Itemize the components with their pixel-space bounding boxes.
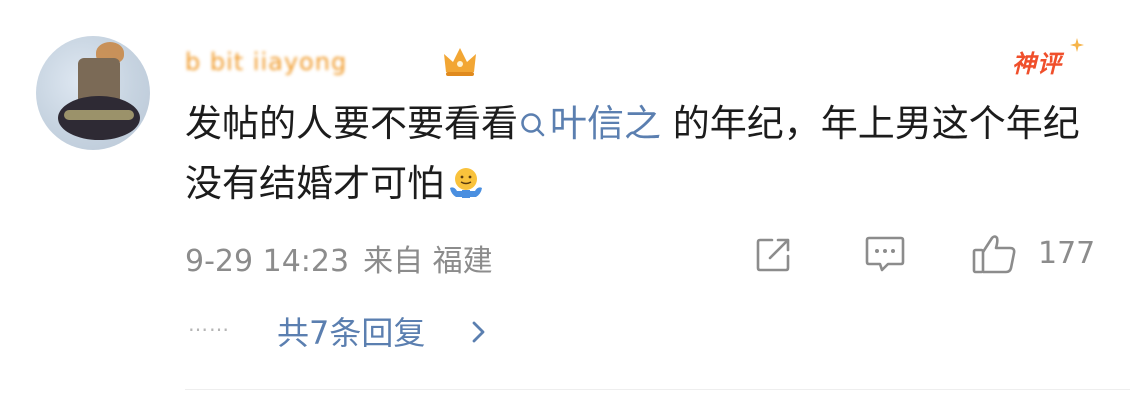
sparkle-icon bbox=[1070, 38, 1084, 52]
view-replies-link[interactable]: 共7条回复 bbox=[277, 308, 425, 354]
topic-label[interactable]: 叶信之 bbox=[550, 102, 661, 145]
share-icon[interactable] bbox=[752, 232, 796, 276]
divider bbox=[185, 389, 1130, 390]
avatar[interactable] bbox=[36, 36, 150, 150]
comment-location: 来自 福建 bbox=[363, 244, 493, 279]
chevron-right-icon[interactable] bbox=[468, 318, 490, 346]
comment-text: 发帖的人要不要看看 叶信之 的年纪，年上男这个年纪没有结婚才可怕 bbox=[185, 94, 1105, 214]
like-icon[interactable] bbox=[970, 232, 1020, 276]
topic-link[interactable]: 叶信之 bbox=[518, 102, 661, 145]
comment-text-part: 发帖的人要不要看看 bbox=[185, 102, 518, 145]
like-count: 177 bbox=[1038, 236, 1096, 271]
comment-date: 9-29 14:23 bbox=[185, 244, 350, 279]
shrug-emoji-icon bbox=[450, 168, 482, 198]
username[interactable]: b bit iiayong bbox=[185, 48, 465, 78]
search-icon bbox=[521, 113, 545, 137]
replies-dots: …… bbox=[188, 312, 230, 336]
comment-icon[interactable] bbox=[862, 232, 908, 276]
comment-meta: 9-29 14:23 来自 福建 bbox=[185, 236, 507, 280]
vip-crown-icon bbox=[444, 48, 476, 76]
